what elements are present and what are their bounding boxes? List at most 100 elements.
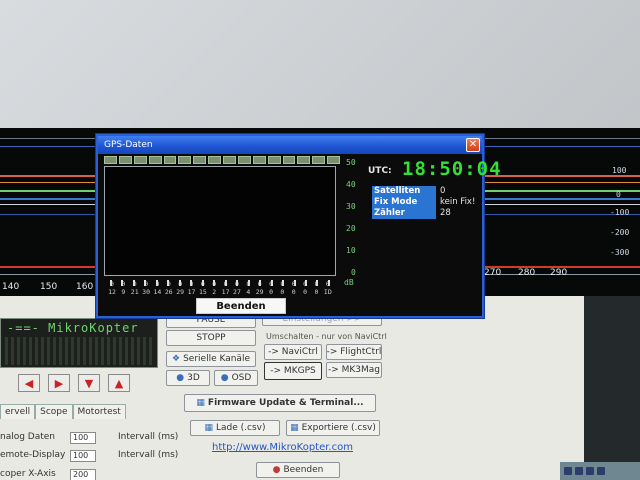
signal-indicator [163, 156, 177, 164]
osd-button[interactable]: ● OSD [214, 370, 258, 386]
signal-value: 0 [212, 280, 217, 288]
utc-time: 18:50:04 [402, 158, 502, 180]
db-label: 50 [346, 158, 356, 167]
satellite-id: 0 [280, 288, 285, 296]
signal-value: 0 [246, 280, 251, 288]
plot-x-label: 160 [76, 282, 94, 292]
load-csv-button[interactable]: ▦ Lade (.csv) [190, 420, 280, 436]
arrow-down-icon: ▼ [84, 376, 94, 390]
option-value-input[interactable]: 100 [70, 432, 96, 444]
tray-icon[interactable] [564, 467, 572, 475]
export-csv-label: Exportiere (.csv) [301, 423, 376, 433]
option-value-input[interactable]: 100 [70, 450, 96, 462]
info-key: Satelliten [372, 186, 436, 197]
tab-intervall[interactable]: ervell [0, 404, 36, 419]
view-3d-button[interactable]: ● 3D [166, 370, 210, 386]
serial-channels-label: Serielle Kanäle [183, 354, 250, 364]
stop-button[interactable]: STOPP [166, 330, 256, 346]
satellite-id: 0 [303, 288, 308, 296]
export-csv-button[interactable]: ▦ Exportiere (.csv) [286, 420, 380, 436]
left-arrow-button[interactable]: ◀ [18, 374, 40, 392]
signal-indicator [223, 156, 236, 164]
tab-motortest[interactable]: Motortest [72, 404, 126, 419]
mkgps-button[interactable]: -> MKGPS [264, 362, 322, 380]
satellite-id: 0 [314, 288, 319, 296]
satellite-id: 4 [246, 288, 251, 296]
signal-indicator [208, 156, 221, 164]
up-arrow-button[interactable]: ▲ [108, 374, 130, 392]
navictrl-button[interactable]: -> NaviCtrl [264, 344, 322, 360]
plot-x-label: 140 [2, 282, 20, 292]
tab-scope[interactable]: Scope [35, 404, 73, 419]
utc-label: UTC: [368, 166, 392, 176]
display-grid [5, 337, 153, 365]
satellite-id: 29 [255, 288, 264, 296]
serial-icon: ❖ [172, 354, 181, 364]
down-arrow-button[interactable]: ▼ [78, 374, 100, 392]
gps-dialog: GPS-Daten ✕ 50 40 30 20 10 0 dB 00000000… [96, 134, 501, 318]
plot-right-label: 100 [612, 166, 627, 175]
signal-plot [104, 166, 336, 276]
mk3mag-button[interactable]: -> MK3Mag [326, 362, 382, 378]
db-label: 0 [351, 268, 356, 277]
signal-value: 0 [178, 280, 183, 288]
globe-icon: ● [176, 373, 185, 383]
satellite-id: 12 [108, 288, 116, 296]
signal-value: 0 [314, 280, 319, 288]
terminal-icon: ▦ [196, 398, 205, 408]
gps-dialog-titlebar[interactable]: GPS-Daten [98, 136, 482, 154]
plot-right-label: -100 [610, 208, 630, 217]
exit-button[interactable]: ● Beenden [256, 462, 340, 478]
right-arrow-button[interactable]: ▶ [48, 374, 70, 392]
signal-value: 0 [223, 280, 228, 288]
website-link[interactable]: http://www.MikroKopter.com [212, 442, 353, 453]
gps-info-table: Satelliten 0 Fix Mode kein Fix! Zähler 2… [372, 186, 475, 219]
db-unit-label: dB [344, 278, 354, 287]
arrow-right-icon: ▶ [54, 376, 64, 390]
arrow-left-icon: ◀ [24, 376, 34, 390]
serial-channels-button[interactable]: ❖ Serielle Kanäle [166, 351, 256, 367]
option-label: coper X-Axis [0, 469, 56, 479]
load-csv-label: Lade (.csv) [216, 423, 266, 433]
db-axis: 50 40 30 20 10 0 dB [342, 156, 366, 296]
signal-indicator-row [104, 156, 340, 164]
folder-icon: ▦ [204, 423, 213, 433]
satellite-id: 2 [212, 288, 217, 296]
tray-icon[interactable] [597, 467, 605, 475]
tab-bar: ervell Scope Motortest [0, 404, 126, 419]
arrow-up-icon: ▲ [114, 376, 124, 390]
switch-section-label: Umschalten - nur von NaviCtrl [266, 332, 387, 341]
flightctrl-button[interactable]: -> FlightCtrl [326, 344, 382, 360]
gps-close-button[interactable]: Beenden [196, 298, 286, 314]
close-button[interactable]: ✕ [466, 138, 480, 152]
signal-value: 0 [132, 280, 137, 288]
satellite-id: 30 [142, 288, 150, 296]
info-value: 0 [440, 186, 446, 196]
satellite-id: 9 [121, 288, 126, 296]
signal-values-row: 00000000000000000000 [104, 280, 336, 288]
save-icon: ▦ [290, 423, 299, 433]
satellite-id: 21 [130, 288, 139, 296]
tray-icon[interactable] [586, 467, 594, 475]
firmware-update-button[interactable]: ▦ Firmware Update & Terminal... [184, 394, 376, 412]
close-icon: ✕ [468, 139, 478, 150]
plot-right-label: -300 [610, 248, 630, 257]
signal-value: 0 [166, 280, 171, 288]
satellite-id: 0 [291, 288, 296, 296]
tray-icon[interactable] [575, 467, 583, 475]
signal-indicator [237, 156, 251, 164]
info-row-counter: Zähler 28 [372, 208, 475, 219]
plot-x-label: 150 [40, 282, 58, 292]
right-dark-area [584, 296, 640, 480]
signal-indicator [148, 156, 162, 164]
signal-value: 0 [155, 280, 160, 288]
satellite-id-row: 12 9 21 30 14 26 29 17 15 2 17 27 4 29 0 0 0 0 0 ID [104, 288, 336, 296]
signal-indicator [252, 156, 266, 164]
signal-value: 0 [325, 280, 330, 288]
option-value-input[interactable]: 200 [70, 469, 96, 480]
signal-value: 0 [110, 280, 114, 288]
signal-indicator [282, 156, 296, 164]
plot-x-label: 280 [518, 268, 536, 278]
satellite-id: 15 [198, 288, 207, 296]
plot-x-label: 270 [484, 268, 502, 278]
